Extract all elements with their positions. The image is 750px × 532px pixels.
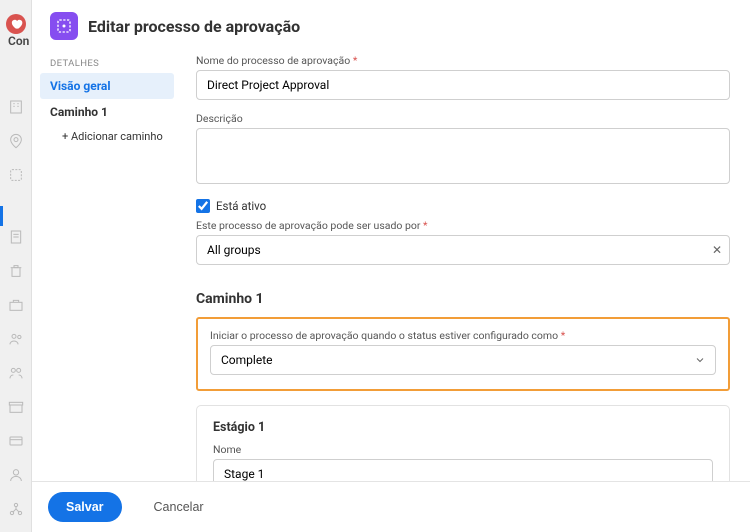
rail-icon-users[interactable] [7,330,25,348]
description-textarea[interactable] [196,128,730,184]
path-start-highlight: Iniciar o processo de aprovação quando o… [196,317,730,391]
rail-icon-pin[interactable] [7,132,25,150]
detail-sidebar: DETALHES Visão geral Caminho 1 + Adicion… [32,50,180,481]
brand-logo[interactable] [6,14,26,34]
app-rail: Con [0,0,32,532]
sidebar-add-path[interactable]: + Adicionar caminho [40,125,180,148]
sidebar-item-overview[interactable]: Visão geral [40,73,174,99]
rail-icon-user[interactable] [7,466,25,484]
truncated-page-label: Con [8,34,29,48]
active-checkbox[interactable] [196,199,210,213]
label-process-name: Nome do processo de aprovação * [196,54,730,67]
process-name-input[interactable] [196,70,730,100]
label-stage-name: Nome [213,443,713,456]
panel-title: Editar processo de aprovação [88,17,300,36]
path-heading: Caminho 1 [196,291,730,307]
start-status-select[interactable] [210,345,716,375]
rail-icon-trash[interactable] [7,262,25,280]
edit-panel: Editar processo de aprovação DETALHES Vi… [32,0,750,532]
label-description: Descrição [196,112,730,125]
rail-icon-card[interactable] [7,432,25,450]
usedby-select[interactable] [196,235,730,265]
label-start-status: Iniciar o processo de aprovação quando o… [210,329,716,342]
rail-icon-team[interactable] [7,364,25,382]
rail-icon-building[interactable] [7,98,25,116]
stage-card: Estágio 1 Nome Aprovadores * [196,405,730,481]
rail-active-indicator [0,206,3,226]
rail-icon-process[interactable] [7,166,25,184]
panel-header: Editar processo de aprovação [32,0,750,50]
cancel-button[interactable]: Cancelar [136,492,222,522]
rail-icon-org[interactable] [7,500,25,518]
stage-title: Estágio 1 [213,420,713,435]
rail-icon-briefcase[interactable] [7,296,25,314]
clear-icon[interactable]: ✕ [712,243,722,257]
active-label: Está ativo [216,199,266,213]
save-button[interactable]: Salvar [48,492,122,522]
rail-icon-archive[interactable] [7,398,25,416]
form-content: Nome do processo de aprovação * Descriçã… [180,50,750,481]
sidebar-item-path1[interactable]: Caminho 1 [40,99,174,125]
approval-process-icon [50,12,78,40]
stage-name-input[interactable] [213,459,713,481]
sidebar-section-label: DETALHES [40,56,180,73]
rail-icon-doc[interactable] [7,228,25,246]
label-usedby: Este processo de aprovação pode ser usad… [196,219,730,232]
panel-footer: Salvar Cancelar [32,481,750,532]
